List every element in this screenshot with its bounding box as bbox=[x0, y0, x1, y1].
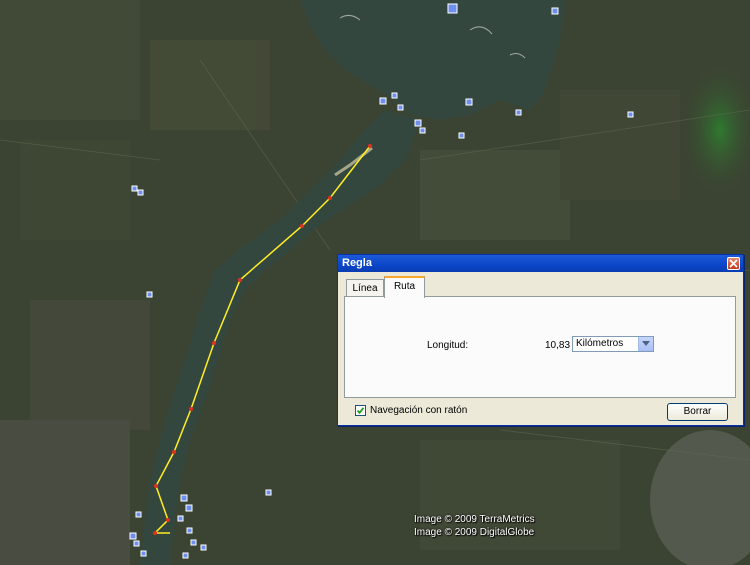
mouse-navigation-checkbox[interactable] bbox=[355, 405, 366, 416]
checkmark-icon bbox=[356, 407, 365, 415]
copyright-line-digitalglobe: Image © 2009 DigitalGlobe bbox=[414, 527, 535, 538]
clear-button-label: Borrar bbox=[683, 406, 712, 417]
length-label: Longitud: bbox=[427, 340, 469, 351]
copyright-line-terrametrics: Image © 2009 TerraMetrics bbox=[414, 514, 535, 525]
tab-ruta-label: Ruta bbox=[393, 281, 416, 292]
ruler-dialog: Regla Línea Ruta Longitud: 10,83 Kilómet… bbox=[337, 254, 744, 426]
tab-ruta[interactable]: Ruta bbox=[384, 276, 425, 298]
unit-select-value: Kilómetros bbox=[576, 338, 624, 349]
tab-linea[interactable]: Línea bbox=[346, 279, 384, 297]
tab-panel bbox=[344, 296, 736, 398]
clear-button[interactable]: Borrar bbox=[667, 403, 728, 421]
tab-linea-label: Línea bbox=[352, 283, 378, 294]
length-value: 10,83 bbox=[545, 340, 571, 351]
close-icon[interactable] bbox=[727, 257, 740, 270]
unit-select[interactable]: Kilómetros bbox=[572, 336, 654, 352]
dialog-title: Regla bbox=[342, 257, 372, 269]
mouse-navigation-label: Navegación con ratón bbox=[370, 405, 468, 416]
chevron-down-icon[interactable] bbox=[638, 337, 653, 351]
dialog-titlebar[interactable]: Regla bbox=[338, 255, 743, 272]
